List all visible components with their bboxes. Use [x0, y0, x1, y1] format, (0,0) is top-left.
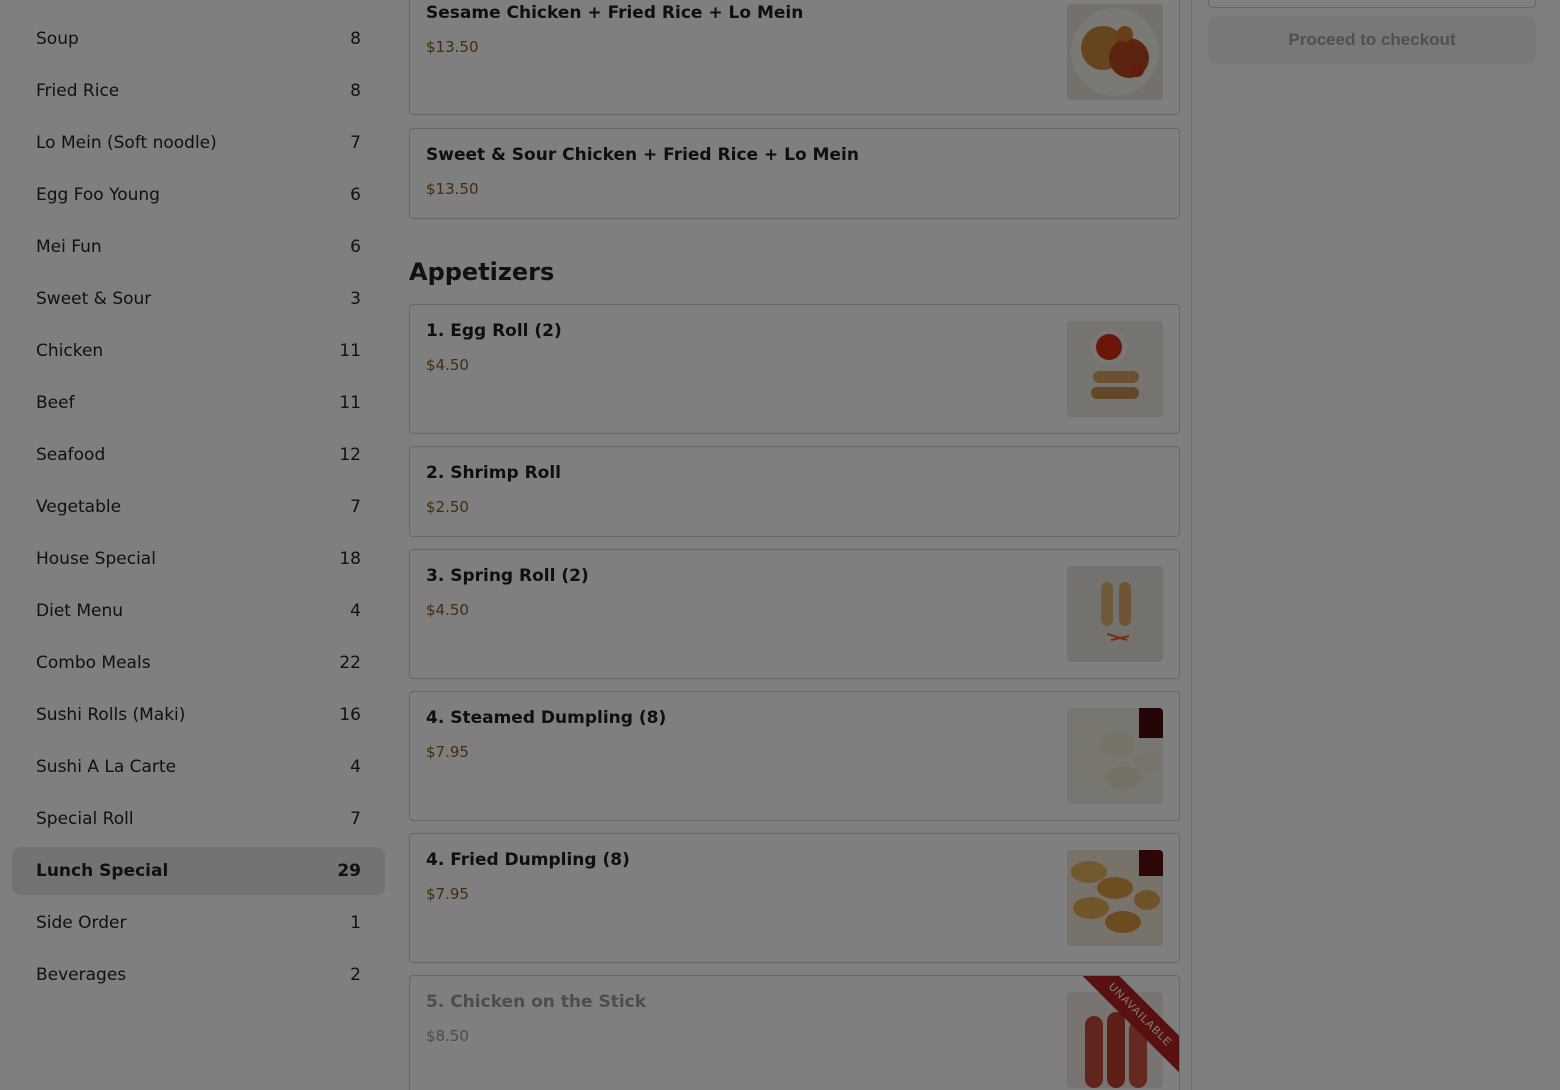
sidebar-item-label: Combo Meals: [36, 653, 151, 673]
sidebar-item-count: 11: [339, 341, 361, 361]
sidebar-item-label: Soup: [36, 29, 79, 49]
menu-item-price: $7.95: [426, 885, 469, 903]
sidebar-item-beverages[interactable]: Beverages 2: [12, 951, 385, 999]
section-title-appetizers: Appetizers: [409, 258, 555, 286]
sidebar-item-label: Special Roll: [36, 809, 134, 829]
sidebar-item-count: 7: [350, 497, 361, 517]
menu-item-price: $8.50: [426, 1027, 469, 1045]
sidebar-item-egg-foo-young[interactable]: Egg Foo Young 6: [12, 171, 385, 219]
sidebar-item-sushi-rolls[interactable]: Sushi Rolls (Maki) 16: [12, 691, 385, 739]
sidebar-item-label: House Special: [36, 549, 156, 569]
sidebar-item-count: 4: [350, 601, 361, 621]
menu-item-name: 1. Egg Roll (2): [426, 321, 562, 341]
sidebar-item-count: 16: [339, 705, 361, 725]
sidebar-item-beef[interactable]: Beef 11: [12, 379, 385, 427]
sidebar-item-combo-meals[interactable]: Combo Meals 22: [12, 639, 385, 687]
sidebar-item-seafood[interactable]: Seafood 12: [12, 431, 385, 479]
sidebar-item-label: Egg Foo Young: [36, 185, 160, 205]
sidebar-item-count: 12: [339, 445, 361, 465]
menu-item-price: $13.50: [426, 38, 479, 56]
food-image: [1067, 4, 1163, 100]
sidebar-item-vegetable[interactable]: Vegetable 7: [12, 483, 385, 531]
food-image: [1067, 566, 1163, 662]
food-image: [1067, 321, 1163, 417]
sidebar-item-label: Sweet & Sour: [36, 289, 152, 309]
sidebar-item-count: 7: [350, 133, 361, 153]
sidebar-item-count: 22: [339, 653, 361, 673]
menu-item-card[interactable]: Sweet & Sour Chicken + Fried Rice + Lo M…: [409, 128, 1180, 219]
sidebar-item-count: 11: [339, 393, 361, 413]
food-image: [1067, 708, 1163, 804]
menu-item-price: $4.50: [426, 356, 469, 374]
menu-item-card-unavailable[interactable]: 5. Chicken on the Stick $8.50 UNAVAILABL…: [409, 975, 1180, 1090]
sidebar-item-count: 8: [350, 29, 361, 49]
menu-item-photo: [1067, 566, 1163, 662]
sidebar-item-label: Lunch Special: [36, 861, 169, 881]
menu-item-card[interactable]: Sesame Chicken + Fried Rice + Lo Mein $1…: [409, 0, 1180, 115]
menu-item-name: 5. Chicken on the Stick: [426, 992, 647, 1012]
sidebar-item-count: 8: [350, 81, 361, 101]
sidebar-item-sushi-a-la-carte[interactable]: Sushi A La Carte 4: [12, 743, 385, 791]
menu-item-card[interactable]: 4. Fried Dumpling (8) $7.95: [409, 833, 1180, 963]
sidebar-item-label: Chicken: [36, 341, 104, 361]
sidebar-item-label: Diet Menu: [36, 601, 124, 621]
menu-item-price: $13.50: [426, 180, 479, 198]
sidebar-item-sweet-sour[interactable]: Sweet & Sour 3: [12, 275, 385, 323]
sidebar-item-special-roll[interactable]: Special Roll 7: [12, 795, 385, 843]
sidebar-item-label: Sushi A La Carte: [36, 757, 177, 777]
sidebar-item-house-special[interactable]: House Special 18: [12, 535, 385, 583]
menu-item-name: Sweet & Sour Chicken + Fried Rice + Lo M…: [426, 145, 859, 165]
sidebar-item-label: Beverages: [36, 965, 127, 985]
sidebar-item-count: 4: [350, 757, 361, 777]
sidebar-item-count: 3: [350, 289, 361, 309]
sidebar-item-label: Vegetable: [36, 497, 122, 517]
sidebar-item-label: Lo Mein (Soft noodle): [36, 133, 217, 153]
sidebar-item-lunch-special[interactable]: Lunch Special 29: [12, 847, 385, 895]
sidebar-item-lo-mein[interactable]: Lo Mein (Soft noodle) 7: [12, 119, 385, 167]
sidebar-item-label: Sushi Rolls (Maki): [36, 705, 186, 725]
sidebar-item-side-order[interactable]: Side Order 1: [12, 899, 385, 947]
menu-item-photo: [1067, 850, 1163, 946]
menu-item-name: 4. Fried Dumpling (8): [426, 850, 630, 870]
sidebar-item-fried-rice[interactable]: Fried Rice 8: [12, 67, 385, 115]
sidebar-item-label: Beef: [36, 393, 75, 413]
sidebar-item-label: Seafood: [36, 445, 106, 465]
sidebar-item-mei-fun[interactable]: Mei Fun 6: [12, 223, 385, 271]
menu-item-price: $7.95: [426, 743, 469, 761]
menu-item-card[interactable]: 3. Spring Roll (2) $4.50: [409, 549, 1180, 679]
sidebar-item-count: 7: [350, 809, 361, 829]
menu-item-photo: [1067, 4, 1163, 100]
menu-item-name: 3. Spring Roll (2): [426, 566, 589, 586]
sidebar-item-count: 29: [337, 861, 361, 881]
sidebar-item-count: 18: [339, 549, 361, 569]
menu-item-name: 2. Shrimp Roll: [426, 463, 561, 483]
menu-item-price: $2.50: [426, 498, 469, 516]
column-divider: [1191, 0, 1192, 1090]
sidebar-item-count: 2: [350, 965, 361, 985]
food-image: [1067, 850, 1163, 946]
sidebar-item-label: Fried Rice: [36, 81, 120, 101]
menu-item-photo: [1067, 321, 1163, 417]
menu-item-name: Sesame Chicken + Fried Rice + Lo Mein: [426, 3, 804, 23]
proceed-to-checkout-button[interactable]: Proceed to checkout: [1208, 16, 1536, 64]
menu-item-card[interactable]: 4. Steamed Dumpling (8) $7.95: [409, 691, 1180, 821]
menu-item-name: 4. Steamed Dumpling (8): [426, 708, 667, 728]
menu-item-card[interactable]: 1. Egg Roll (2) $4.50: [409, 304, 1180, 434]
sidebar-item-chicken[interactable]: Chicken 11: [12, 327, 385, 375]
menu-item-photo: [1067, 708, 1163, 804]
menu-item-card[interactable]: 2. Shrimp Roll $2.50: [409, 446, 1180, 537]
sidebar-item-label: Mei Fun: [36, 237, 102, 257]
category-sidebar: Soup 8 Fried Rice 8 Lo Mein (Soft noodle…: [12, 15, 385, 1003]
sidebar-item-label: Side Order: [36, 913, 127, 933]
menu-item-price: $4.50: [426, 601, 469, 619]
sidebar-item-soup[interactable]: Soup 8: [12, 15, 385, 63]
sidebar-item-count: 1: [350, 913, 361, 933]
sidebar-item-count: 6: [350, 237, 361, 257]
sidebar-item-diet-menu[interactable]: Diet Menu 4: [12, 587, 385, 635]
cart-summary-box: [1208, 0, 1536, 8]
sidebar-item-count: 6: [350, 185, 361, 205]
